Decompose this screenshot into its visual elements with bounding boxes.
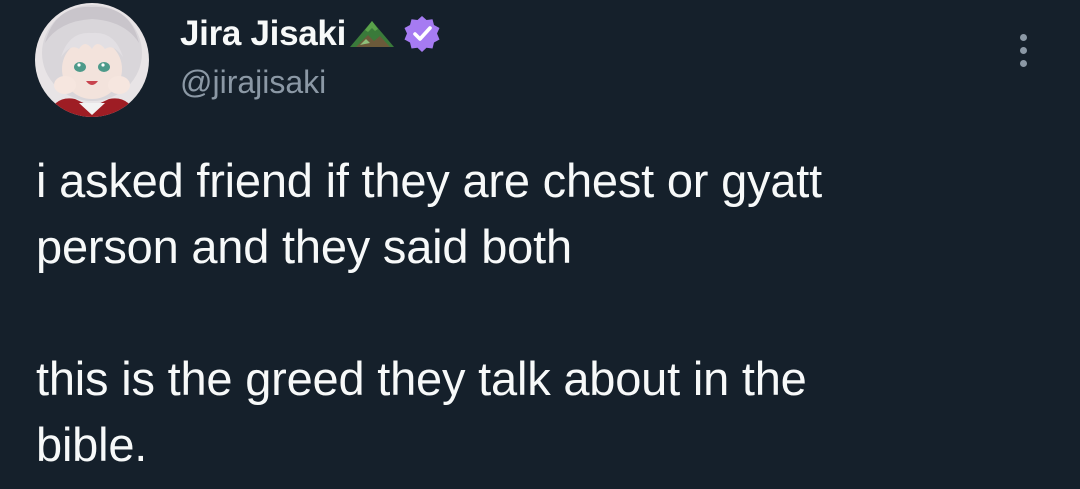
tweet-text-line: person and they said both — [36, 220, 572, 273]
avatar-image — [35, 3, 149, 117]
more-options-icon-dot — [1019, 59, 1027, 67]
handle[interactable]: @jirajisaki — [180, 64, 442, 101]
more-options-icon-dot — [1019, 46, 1027, 54]
more-options-button[interactable] — [1005, 28, 1041, 72]
more-options-icon — [1019, 33, 1027, 41]
display-name[interactable]: Jira Jisaki — [180, 14, 346, 54]
avatar[interactable] — [35, 3, 149, 117]
author-info: Jira Jisaki @jirajisaki — [180, 12, 442, 101]
tweet-text-line: this is the greed they talk about in the — [36, 352, 807, 405]
name-row: Jira Jisaki — [180, 12, 442, 56]
tweet-text-line: bible. — [36, 418, 148, 471]
tweet: Jira Jisaki @jirajisaki i asked friend i… — [0, 0, 1080, 489]
verified-badge-icon[interactable] — [402, 14, 442, 54]
tweet-text-line: i asked friend if they are chest or gyat… — [36, 154, 822, 207]
tweet-text: i asked friend if they are chest or gyat… — [36, 148, 1036, 478]
mountain-icon — [348, 19, 396, 49]
